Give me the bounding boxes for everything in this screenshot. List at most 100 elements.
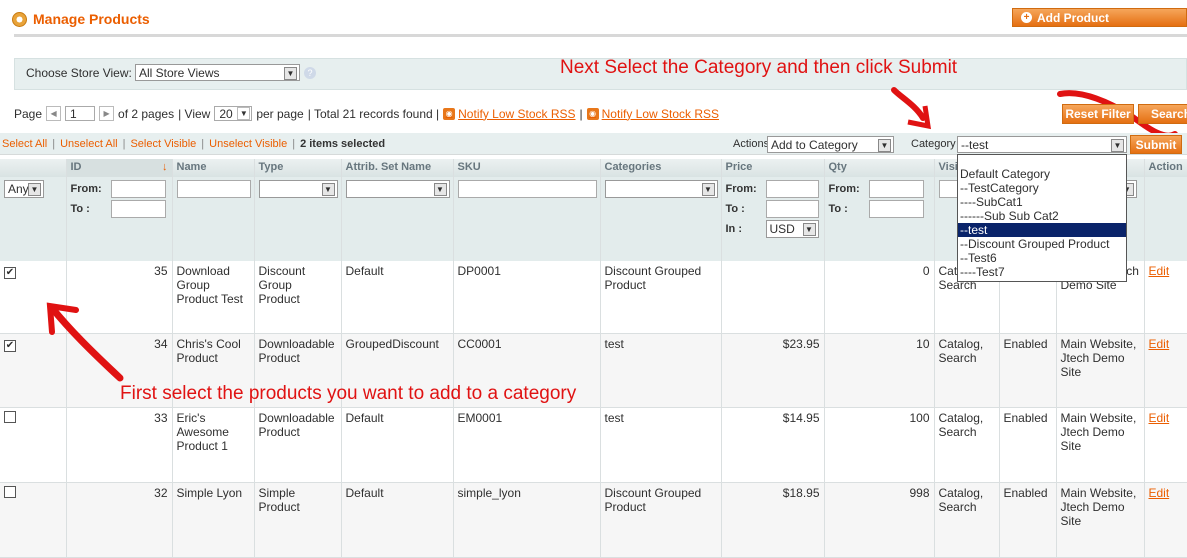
category-value: --test — [961, 137, 989, 152]
currency-value: USD — [769, 222, 795, 236]
rss-icon: ◉ — [443, 107, 456, 120]
cell-action: Edit — [1144, 482, 1187, 558]
cell-qty: 100 — [824, 407, 935, 483]
actions-label: Actions — [733, 138, 770, 150]
category-label: Category — [911, 138, 956, 150]
qty-to-input[interactable] — [868, 200, 924, 218]
dropdown-option[interactable]: --Discount Grouped Product — [958, 237, 1126, 251]
reset-filter-button[interactable]: Reset Filter — [1062, 104, 1134, 124]
id-from-input[interactable] — [110, 180, 166, 198]
cell-sku: DP0001 — [453, 261, 601, 334]
cell-id: 33 — [66, 407, 173, 483]
name-filter-input[interactable] — [176, 180, 251, 198]
filter-qty-cell: From: To : — [824, 177, 935, 261]
cell-qty: 998 — [824, 482, 935, 558]
category-select[interactable]: --test ▼ — [957, 136, 1127, 153]
row-checkbox[interactable]: ✔ — [4, 267, 16, 279]
any-value: Any — [8, 182, 29, 196]
any-select[interactable]: Any ▼ — [4, 180, 44, 198]
cell-websites: Main Website, Jtech Demo Site — [1056, 482, 1145, 558]
next-page-button[interactable]: ▶ — [99, 106, 115, 121]
id-to-input[interactable] — [110, 200, 166, 218]
edit-link[interactable]: Edit — [1149, 411, 1170, 425]
add-product-button[interactable]: + Add Product — [1012, 8, 1187, 27]
col-attrib-set[interactable]: Attrib. Set Name — [341, 159, 454, 177]
rss-link-1[interactable]: ◉ Notify Low Stock RSS — [443, 107, 576, 121]
sku-filter-input[interactable] — [457, 180, 597, 198]
edit-link[interactable]: Edit — [1149, 337, 1170, 351]
unselect-all-link[interactable]: Unselect All — [60, 138, 117, 150]
cell-status: Enabled — [999, 333, 1057, 408]
table-row[interactable]: 32 Simple Lyon Simple Product Default si… — [0, 482, 1187, 558]
store-view-value: All Store Views — [139, 65, 220, 80]
col-price[interactable]: Price — [721, 159, 825, 177]
chevron-down-icon: ▼ — [701, 183, 715, 196]
page-input[interactable]: 1 — [65, 106, 96, 121]
price-to-input[interactable] — [765, 200, 819, 218]
col-name[interactable]: Name — [172, 159, 255, 177]
col-type[interactable]: Type — [254, 159, 342, 177]
cell-type: Discount Group Product — [254, 261, 342, 334]
chevron-down-icon: ▼ — [321, 183, 335, 196]
cell-visibility: Catalog, Search — [934, 482, 1000, 558]
price-from-input[interactable] — [765, 180, 819, 198]
categories-filter-select[interactable]: ▼ — [604, 180, 718, 198]
row-checkbox-cell — [0, 482, 67, 558]
per-page-select[interactable]: 20 ▼ — [214, 106, 253, 121]
filter-price-cell: From: To : In : USD ▼ — [721, 177, 825, 261]
edit-link[interactable]: Edit — [1149, 486, 1170, 500]
col-categories[interactable]: Categories — [600, 159, 722, 177]
from-label: From: — [828, 183, 860, 195]
cell-websites: Main Website, Jtech Demo Site — [1056, 407, 1145, 483]
qty-from-input[interactable] — [868, 180, 924, 198]
rss-link-label: Notify Low Stock RSS — [601, 106, 720, 121]
col-qty[interactable]: Qty — [824, 159, 935, 177]
dropdown-option[interactable]: --Test6 — [958, 251, 1126, 265]
rss-link-2[interactable]: ◉ Notify Low Stock RSS — [586, 106, 720, 121]
row-checkbox[interactable] — [4, 485, 16, 498]
cell-categories: test — [600, 333, 722, 408]
dropdown-option[interactable]: ------Sub Sub Cat2 — [958, 209, 1126, 223]
cell-name: Eric's Awesome Product 1 — [172, 407, 255, 483]
col-sku[interactable]: SKU — [453, 159, 601, 177]
cell-status: Enabled — [999, 407, 1057, 483]
dropdown-option[interactable]: ----SubCat1 — [958, 195, 1126, 209]
cell-categories: Discount Grouped Product — [600, 482, 722, 558]
filter-sku-cell — [453, 177, 601, 261]
cell-id: 32 — [66, 482, 173, 558]
unselect-visible-link[interactable]: Unselect Visible — [209, 138, 287, 150]
dropdown-option-selected[interactable]: --test — [958, 223, 1126, 237]
type-filter-select[interactable]: ▼ — [258, 180, 338, 198]
row-checkbox[interactable]: ✔ — [4, 339, 16, 352]
dropdown-option[interactable]: --TestCategory — [958, 181, 1126, 195]
col-select — [0, 159, 67, 177]
select-all-link[interactable]: Select All — [2, 138, 47, 150]
cell-type: Simple Product — [254, 482, 342, 558]
prev-page-button[interactable]: ◀ — [46, 106, 62, 121]
cell-type: Downloadable Product — [254, 407, 342, 483]
select-visible-link[interactable]: Select Visible — [130, 138, 196, 150]
table-row[interactable]: 33 Eric's Awesome Product 1 Downloadable… — [0, 407, 1187, 483]
currency-select[interactable]: USD ▼ — [765, 220, 819, 238]
to-label: To : — [725, 203, 745, 215]
dropdown-option[interactable]: Default Category — [958, 167, 1126, 181]
store-view-select[interactable]: All Store Views ▼ — [135, 64, 300, 81]
add-product-label: Add Product — [1037, 10, 1109, 25]
search-button[interactable]: Search — [1138, 104, 1187, 124]
store-view-label: Choose Store View: — [26, 66, 132, 80]
dropdown-option[interactable]: ----Test7 — [958, 265, 1126, 279]
view-label: | View — [178, 106, 211, 121]
actions-select[interactable]: Add to Category ▼ — [767, 136, 894, 153]
help-icon[interactable]: ? — [304, 67, 316, 79]
cell-name: Download Group Product Test — [172, 261, 255, 334]
cell-price: $14.95 — [721, 407, 825, 483]
filter-attrib-cell: ▼ — [341, 177, 454, 261]
attrib-filter-select[interactable]: ▼ — [345, 180, 450, 198]
pager: Page ◀ 1 ▶ of 2 pages | View 20 ▼ per pa… — [14, 106, 719, 121]
edit-link[interactable]: Edit — [1149, 264, 1170, 278]
cell-attrib: Default — [341, 407, 454, 483]
row-checkbox[interactable] — [4, 410, 16, 423]
page-label: Page — [14, 106, 43, 121]
submit-button[interactable]: Submit — [1130, 135, 1182, 154]
col-id[interactable]: ID ↓ — [66, 159, 173, 177]
